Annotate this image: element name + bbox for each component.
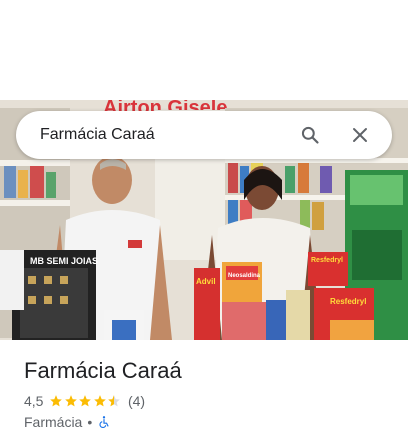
close-button[interactable] (346, 121, 374, 149)
close-icon (353, 128, 367, 142)
star-full-icon (50, 395, 63, 407)
star-full-icon (65, 395, 77, 407)
rating-row[interactable]: 4,5 (4) (24, 393, 145, 409)
display-box-text: MB SEMI JOIAS (30, 256, 98, 266)
product-label-advil: Advil (196, 277, 216, 286)
product-label-resfedryl-1: Resfedryl (311, 257, 343, 264)
category-label: Farmácia (24, 414, 83, 430)
wheelchair-icon (99, 416, 109, 429)
review-count[interactable]: (4) (128, 393, 145, 409)
rating-value: 4,5 (24, 393, 44, 409)
product-label-neosaldina: Neosaldina (228, 273, 261, 279)
search-bar[interactable]: Farmácia Caraá (16, 111, 392, 159)
star-half-icon (108, 395, 121, 407)
place-info-panel[interactable]: Farmácia Caraá 4,5 (4) Farmácia • (0, 340, 408, 440)
product-label-resfedryl-2: Resfedryl (330, 297, 366, 306)
star-rating (49, 394, 122, 408)
search-input[interactable]: Farmácia Caraá (40, 126, 296, 144)
separator-dot: • (87, 414, 93, 430)
place-title[interactable]: Farmácia Caraá (24, 358, 182, 384)
search-icon (301, 126, 319, 144)
star-full-icon (94, 395, 106, 407)
star-full-icon (79, 395, 92, 407)
category-row: Farmácia • (24, 414, 111, 430)
search-button[interactable] (296, 121, 324, 149)
